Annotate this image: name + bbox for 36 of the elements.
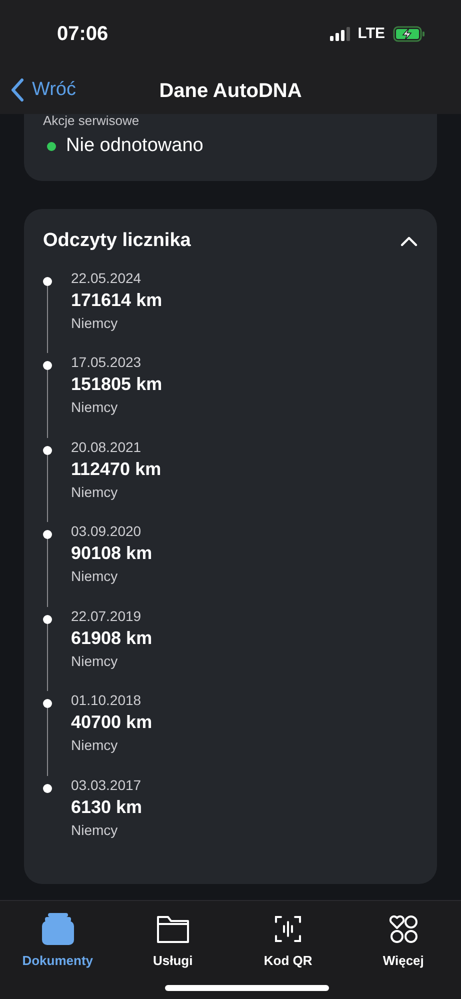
back-button[interactable]: Wróć (10, 76, 76, 104)
reading-country: Niemcy (71, 398, 119, 417)
mileage-value: 171614 km (71, 288, 162, 312)
mileage-value: 61908 km (71, 626, 152, 650)
chevron-up-icon[interactable] (400, 236, 418, 247)
mileage-value: 151805 km (71, 373, 162, 396)
battery-charging-icon (393, 26, 425, 42)
mileage-value: 6130 km (71, 796, 142, 818)
reading-country: Niemcy (71, 652, 119, 670)
field-label: Akcje serwisowe (43, 114, 140, 128)
tab-item[interactable]: Usługi (115, 911, 230, 970)
tab-item[interactable]: Dokumenty (0, 911, 116, 970)
section-title: Odczyty licznika (43, 229, 191, 254)
tab-item[interactable]: Więcej (346, 911, 461, 970)
mileage-value: 90108 km (71, 542, 152, 565)
reading-date: 01.10.2018 (71, 691, 142, 709)
reading-date: 03.03.2017 (71, 776, 142, 794)
clock-time: 07:06 (57, 22, 108, 47)
reading-country: Niemcy (71, 567, 119, 586)
reading-date: 03.09.2020 (71, 522, 142, 540)
signal-icon (330, 27, 350, 41)
reading-date: 20.08.2021 (71, 438, 142, 456)
screen-title: Dane AutoDNA (159, 79, 302, 104)
mileage-value: 40700 km (71, 711, 152, 734)
reading-country: Niemcy (71, 820, 119, 840)
reading-country: Niemcy (71, 736, 119, 755)
status-value: Nie odnotowano (66, 134, 204, 158)
tab-item[interactable]: Kod QR (230, 911, 346, 970)
reading-country: Niemcy (71, 314, 119, 332)
chevron-left-icon (10, 78, 24, 102)
mileage-value: 112470 km (71, 458, 162, 480)
network-label: LTE (358, 24, 385, 44)
reading-date: 17.05.2023 (71, 353, 142, 371)
reading-date: 22.05.2024 (71, 268, 142, 286)
reading-country: Niemcy (71, 482, 119, 502)
reading-date: 22.07.2019 (71, 606, 142, 624)
